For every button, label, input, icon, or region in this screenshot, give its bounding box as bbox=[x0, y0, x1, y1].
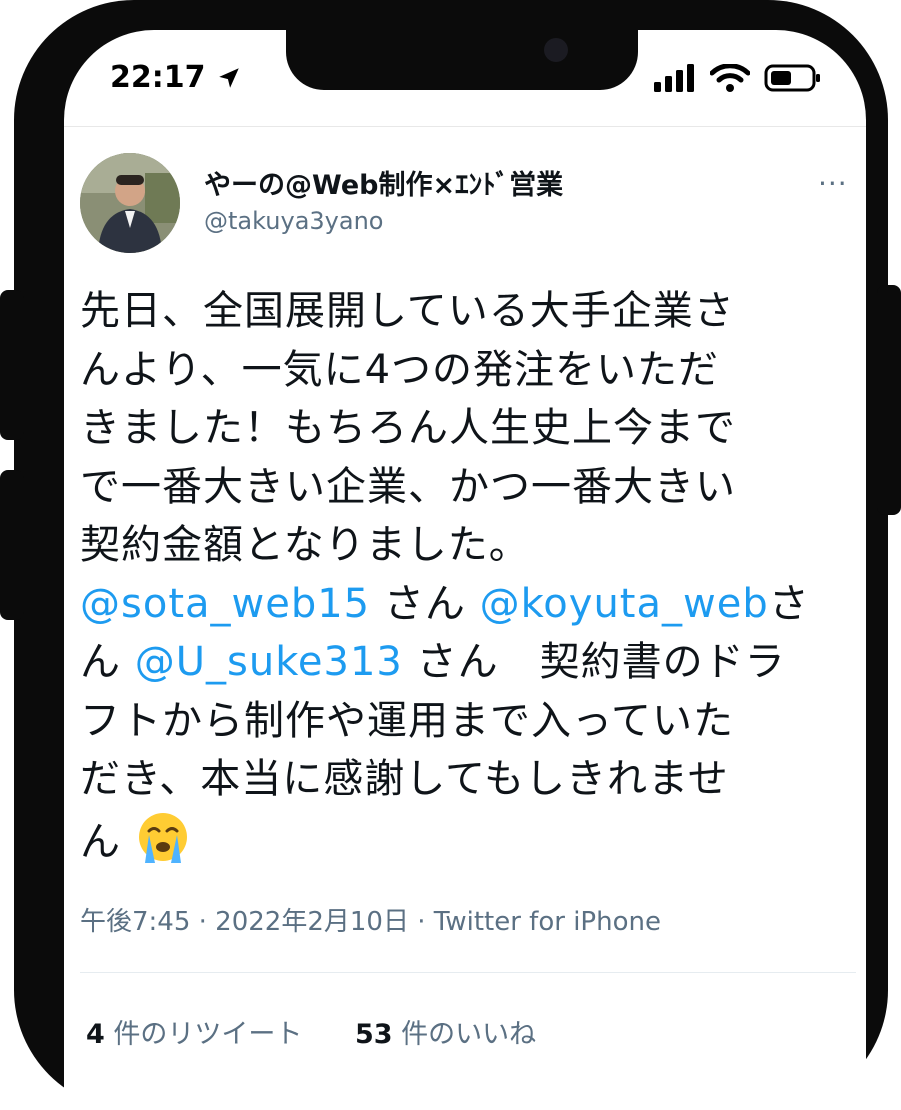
volume-down-button bbox=[0, 470, 24, 620]
mention-link[interactable]: @koyuta_web bbox=[480, 581, 769, 627]
tweet-timestamp-source[interactable]: 午後7:45 · 2022年2月10日 · Twitter for iPhone bbox=[80, 901, 661, 938]
tweet-stats: 4 件のリツイート 53 件のいいね bbox=[86, 1012, 536, 1051]
tweet-text: 先日、全国展開している大手企業さ んより、一気に4つの発注をいただ きました！も… bbox=[80, 282, 840, 871]
mention-link[interactable]: @sota_web15 bbox=[80, 581, 370, 627]
honorific-text: さん bbox=[370, 580, 480, 627]
retweet-count[interactable]: 4 件のリツイート bbox=[86, 1019, 302, 1050]
phone-screen: 22:17 やーの@Web制作×ｴﾝﾄﾞ営業 @takuya3yano ··· … bbox=[64, 30, 866, 1110]
honorific-text: さ bbox=[768, 580, 810, 627]
tweet-text-line: で一番大きい企業、かつ一番大きい bbox=[80, 463, 736, 510]
like-count-number: 53 bbox=[354, 1019, 393, 1050]
like-count-label: 件のいいね bbox=[392, 1019, 537, 1050]
tweet-text-line: @sota_web15 さん @koyuta_webさ bbox=[80, 575, 840, 634]
tweet-text-line: 先日、全国展開している大手企業さ bbox=[80, 288, 735, 334]
tweet-text-segment: さん 契約書のドラ bbox=[402, 639, 786, 685]
avatar-photo bbox=[80, 153, 180, 253]
status-time: 22:17 bbox=[110, 60, 206, 95]
tweet-text-line: だき、本当に感謝してもしきれませ bbox=[80, 756, 729, 802]
honorific-text: ん bbox=[80, 639, 135, 685]
volume-up-button bbox=[0, 290, 24, 440]
divider bbox=[80, 972, 856, 973]
tweet-card: やーの@Web制作×ｴﾝﾄﾞ営業 @takuya3yano ··· 先日、全国展… bbox=[64, 126, 866, 1110]
tweet-text-line: 契約金額となりました。 bbox=[80, 522, 530, 568]
retweet-count-number: 4 bbox=[86, 1019, 105, 1050]
battery-icon bbox=[764, 64, 820, 92]
tweet-text-line: ん bbox=[80, 809, 840, 872]
cellular-signal-icon bbox=[654, 64, 694, 92]
tweet-text-line: ん @U_suke313 さん 契約書のドラ bbox=[80, 633, 840, 692]
tweet-text-line: きました！もちろん人生史上今まで bbox=[80, 405, 736, 451]
user-handle[interactable]: @takuya3yano bbox=[204, 207, 383, 235]
mention-link[interactable]: @U_suke313 bbox=[135, 639, 403, 685]
wifi-icon bbox=[710, 64, 750, 92]
tweet-text-line: んより、一気に4つの発注をいただ bbox=[80, 346, 720, 393]
front-camera bbox=[544, 38, 568, 62]
notch bbox=[286, 30, 638, 90]
tweet-text-segment: ん bbox=[80, 818, 121, 865]
tweet-text-line: フトから制作や運用まで入っていた bbox=[80, 697, 734, 744]
location-arrow-icon bbox=[219, 68, 239, 88]
display-name[interactable]: やーの@Web制作×ｴﾝﾄﾞ営業 bbox=[204, 163, 563, 202]
like-count[interactable]: 53 件のいいね bbox=[355, 1019, 536, 1050]
more-options-icon[interactable]: ··· bbox=[818, 167, 848, 200]
retweet-count-label: 件のリツイート bbox=[104, 1019, 303, 1050]
avatar[interactable] bbox=[80, 153, 180, 253]
power-button bbox=[877, 285, 901, 515]
loudly-crying-face-icon bbox=[138, 812, 187, 863]
